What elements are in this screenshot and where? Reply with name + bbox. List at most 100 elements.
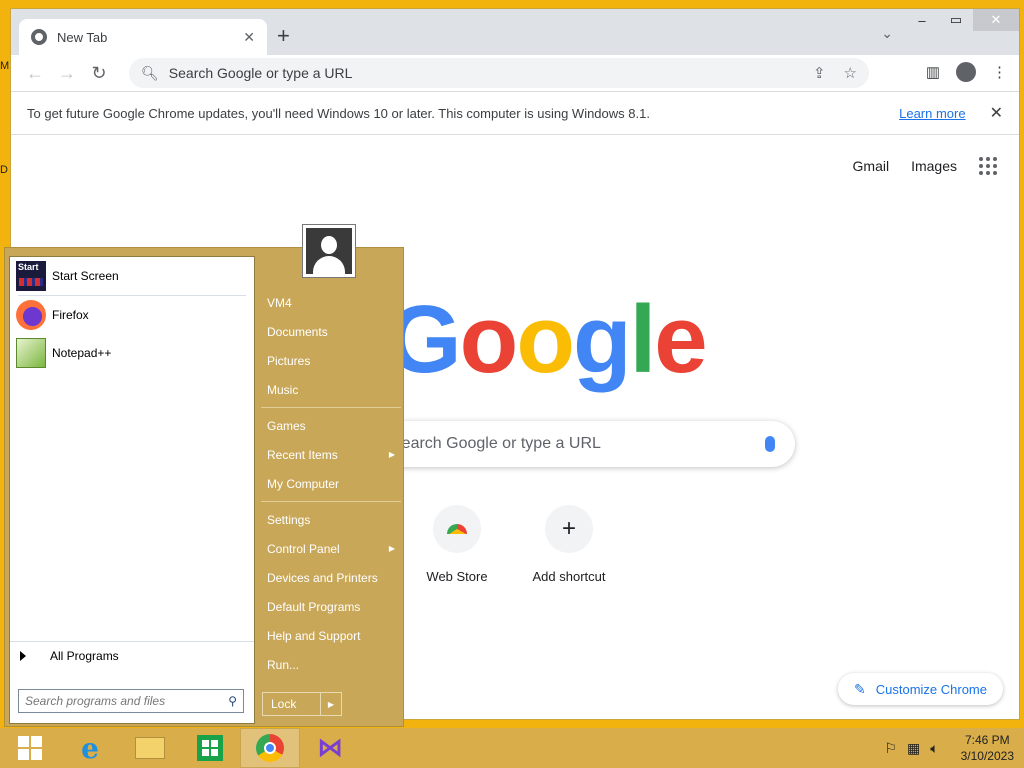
visual-studio-icon: ⋈ — [317, 733, 343, 763]
notepadpp-icon — [16, 338, 46, 368]
user-avatar-icon — [306, 228, 352, 274]
start-right-music[interactable]: Music — [261, 375, 401, 404]
taskbar-visual-studio[interactable]: ⋈ — [300, 728, 360, 768]
taskbar-file-explorer[interactable] — [120, 728, 180, 768]
action-center-flag-icon[interactable]: ⚐ — [884, 740, 897, 757]
start-search-input[interactable]: Search programs and files ⚲ — [18, 689, 244, 713]
start-right-documents[interactable]: Documents — [261, 317, 401, 346]
folder-icon — [135, 737, 165, 759]
address-placeholder: Search Google or type a URL — [168, 65, 353, 81]
address-bar[interactable]: 🔍︎ Search Google or type a URL ⇪ ☆ — [129, 58, 869, 88]
all-programs-button[interactable]: All Programs — [10, 641, 254, 669]
clock-date: 3/10/2023 — [960, 749, 1014, 763]
tab-search-icon[interactable]: ⌄ — [881, 25, 893, 42]
share-icon[interactable]: ⇪ — [813, 64, 826, 82]
start-right-vm4[interactable]: VM4 — [261, 288, 401, 317]
network-icon[interactable]: ▦ — [907, 740, 920, 757]
item-label: Settings — [267, 512, 311, 527]
customize-chrome-button[interactable]: ✎ Customize Chrome — [838, 673, 1003, 705]
infobar-close-icon[interactable]: ✕ — [990, 103, 1003, 123]
reload-icon[interactable]: ↻ — [83, 63, 115, 84]
chrome-icon — [256, 734, 284, 762]
start-right-default-programs[interactable]: Default Programs — [261, 592, 401, 621]
item-label: Recent Items — [267, 447, 338, 462]
start-item-label: Start Screen — [52, 269, 119, 283]
item-label: My Computer — [267, 476, 340, 491]
firefox-icon — [16, 300, 46, 330]
learn-more-link[interactable]: Learn more — [899, 106, 965, 121]
start-item-firefox[interactable]: Firefox — [10, 296, 254, 334]
start-item-start-screen[interactable]: Start Start Screen — [10, 257, 254, 295]
taskbar-chrome[interactable] — [240, 728, 300, 768]
start-right-run[interactable]: Run... — [261, 650, 401, 679]
start-right-settings[interactable]: Settings — [261, 505, 401, 534]
start-right-recent-items[interactable]: Recent Items ▶ — [261, 440, 401, 469]
search-icon: 🔍︎ — [141, 64, 159, 81]
maximize-icon[interactable]: ▭ — [939, 9, 973, 31]
start-right-control-panel[interactable]: Control Panel ▶ — [261, 534, 401, 563]
ntp-search-placeholder: Search Google or type a URL — [391, 435, 601, 452]
item-label: Help and Support — [267, 628, 361, 643]
lock-button[interactable]: Lock — [263, 693, 321, 715]
voice-search-mic-icon[interactable] — [765, 436, 775, 452]
minimize-icon[interactable]: – — [905, 9, 939, 31]
item-label: Music — [267, 382, 299, 397]
plus-icon: + — [545, 505, 593, 553]
divider — [261, 407, 401, 408]
shortcut-web-store[interactable]: Web Store — [401, 505, 513, 584]
toolbar: ← → ↻ 🔍︎ Search Google or type a URL ⇪ ☆… — [11, 55, 1019, 91]
item-label: Pictures — [267, 353, 311, 368]
images-link[interactable]: Images — [911, 158, 957, 174]
submenu-arrow-icon: ▶ — [388, 544, 395, 553]
internet-explorer-icon: e — [81, 731, 99, 765]
item-label: Devices and Printers — [267, 570, 378, 585]
forward-icon[interactable]: → — [51, 63, 83, 84]
power-options-arrow-icon[interactable]: ▶ — [321, 693, 341, 715]
search-icon[interactable]: ⚲ — [228, 694, 237, 708]
title-bar: New Tab ✕ + ⌄ – ▭ ✕ — [11, 9, 1019, 55]
clock[interactable]: 7:46 PM 3/10/2023 — [961, 732, 1014, 764]
start-right-devices-printers[interactable]: Devices and Printers — [261, 563, 401, 592]
google-logo: Google — [387, 286, 708, 393]
profile-avatar-icon[interactable] — [956, 62, 976, 82]
google-apps-icon[interactable] — [979, 157, 997, 175]
start-right-help-support[interactable]: Help and Support — [261, 621, 401, 650]
menu-kebab-icon[interactable]: ⋮ — [992, 63, 1007, 81]
user-picture[interactable] — [302, 224, 356, 278]
start-right-my-computer[interactable]: My Computer — [261, 469, 401, 498]
item-label: Run... — [267, 657, 300, 672]
close-window-icon[interactable]: ✕ — [973, 9, 1019, 31]
taskbar: e ⋈ ⚐ ▦ 🔈︎ 7:46 PM 3/10/2023 — [0, 728, 1024, 768]
lock-button-group: Lock ▶ — [262, 692, 342, 716]
start-right-pictures[interactable]: Pictures — [261, 346, 401, 375]
all-programs-label: All Programs — [50, 648, 119, 663]
tab-new-tab[interactable]: New Tab ✕ — [19, 19, 267, 55]
start-menu: Start Start Screen Firefox Notepad++ All… — [4, 224, 404, 727]
bookmark-star-icon[interactable]: ☆ — [844, 64, 857, 82]
shortcut-label: Web Store — [426, 569, 488, 584]
customize-label: Customize Chrome — [875, 681, 987, 697]
chrome-favicon-icon — [31, 29, 47, 45]
tab-close-icon[interactable]: ✕ — [243, 29, 255, 46]
gmail-link[interactable]: Gmail — [853, 158, 890, 174]
tab-title: New Tab — [57, 29, 108, 45]
volume-icon[interactable]: 🔈︎ — [930, 740, 938, 757]
new-tab-button[interactable]: + — [277, 23, 290, 49]
taskbar-store[interactable] — [180, 728, 240, 768]
submenu-arrow-icon: ▶ — [388, 450, 395, 459]
start-item-notepadpp[interactable]: Notepad++ — [10, 334, 254, 372]
side-panel-icon[interactable]: ▥ — [926, 63, 940, 81]
start-right-games[interactable]: Games — [261, 411, 401, 440]
top-links: Gmail Images — [853, 157, 997, 175]
infobar-message: To get future Google Chrome updates, you… — [27, 105, 650, 121]
triangle-right-icon — [20, 650, 26, 661]
start-button[interactable] — [0, 728, 60, 768]
taskbar-internet-explorer[interactable]: e — [60, 728, 120, 768]
webstore-icon — [433, 505, 481, 553]
item-label: Games — [267, 418, 306, 433]
store-icon — [197, 735, 223, 761]
window-controls: – ▭ ✕ — [905, 9, 1019, 31]
back-icon[interactable]: ← — [19, 63, 51, 84]
shortcut-add[interactable]: + Add shortcut — [513, 505, 625, 584]
update-infobar: To get future Google Chrome updates, you… — [11, 91, 1019, 135]
